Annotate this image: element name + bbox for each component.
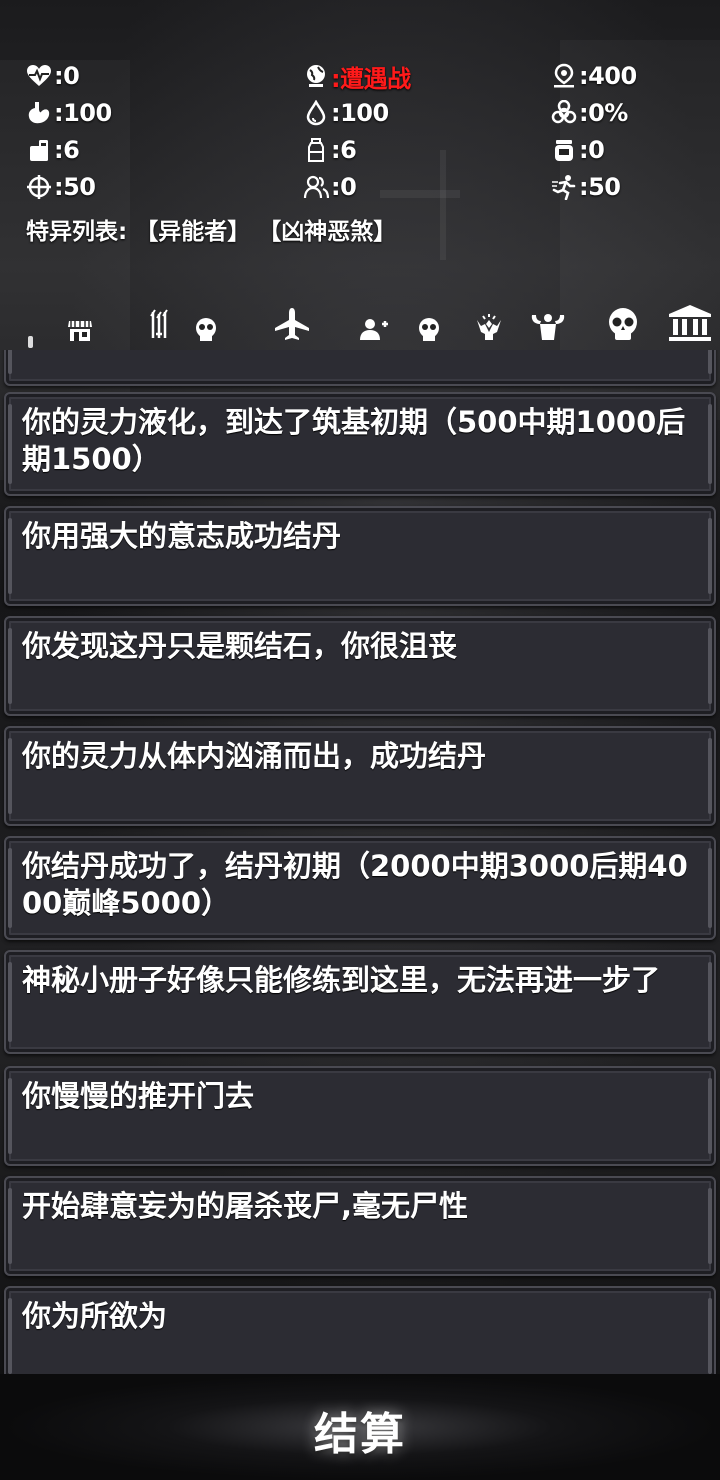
stat-distance: :400 [551,58,637,94]
log-entry: 你为所欲为 [4,1286,716,1374]
kills-button[interactable] [604,298,642,342]
shop-icon [68,321,92,341]
stat-agility-value: :50 [579,173,621,201]
log-entry [4,350,716,386]
stat-health: :0 [26,58,80,94]
log-entry-text: 你为所欲为 [22,1299,168,1333]
log-entry: 你用强大的意志成功结丹 [4,506,716,606]
jar-icon [551,137,577,163]
water-drop-icon [303,99,329,126]
stat-food-value: :6 [54,136,80,164]
log-entry: 你发现这丹只是颗结石，你很沮丧 [4,616,716,716]
stat-agility: :50 [551,169,621,205]
trait-item: 【凶神恶煞】 [258,219,397,245]
log-entry: 开始肆意妄为的屠杀丧尸,毫无尸性 [4,1176,716,1276]
bottle-icon [303,137,329,163]
stomach-icon [26,100,52,126]
toolbar [0,298,720,344]
log-entry: 你的灵力液化，到达了筑基初期（500中期1000后期1500） [4,392,716,496]
stat-water-value: :100 [331,99,389,127]
stat-mode: :遭遇战 [303,58,411,94]
log-entry: 你的灵力从体内汹涌而出，成功结丹 [4,726,716,826]
location-pin-icon [551,63,577,89]
stat-mode-value: :遭遇战 [331,64,411,93]
stat-distance-value: :400 [579,62,637,90]
stat-hunger: :100 [26,95,112,131]
add-skull-icon [360,318,439,341]
relic-button[interactable] [474,298,504,342]
log-entry: 神秘小册子好像只能修练到这里，无法再进一步了 [4,950,716,1054]
relic-icon [477,314,501,340]
stat-food: :6 [26,132,80,168]
log-entry: 你慢慢的推开门去 [4,1066,716,1166]
log-entry-text: 你的灵力从体内汹涌而出，成功结丹 [22,739,487,773]
crosshair-icon [26,174,52,200]
training-button[interactable] [528,298,568,342]
game-screen: :0 :遭遇战 :400 :100 :100:0%:6:6:0:50 … [0,0,720,1480]
stat-supplies: :0 [551,132,605,168]
weapons-button[interactable] [148,298,224,342]
stat-accuracy: :50 [26,169,96,205]
stat-health-value: :0 [54,62,80,90]
traits-list: 特异列表: 【异能者】 【凶神恶煞】 [26,212,396,246]
trait-item: 【异能者】 [135,219,251,245]
plane-icon [275,308,309,340]
log-entry-text: 你发现这丹只是颗结石，你很沮丧 [22,629,458,663]
stat-drink: :6 [303,132,357,168]
bank-button[interactable] [668,298,712,342]
muscle-icon [531,314,565,340]
shop-button[interactable] [64,298,96,342]
stat-water: :100 [303,95,389,131]
log-entry-text: 你结丹成功了，结丹初期（2000中期3000后期4000巅峰5000） [22,849,688,920]
travel-button[interactable] [272,298,312,342]
running-man-icon [551,174,577,201]
stat-companions: :0 [303,169,357,205]
settle-button[interactable]: 结算 [260,1390,460,1470]
stat-supplies-value: :0 [579,136,605,164]
traits-label: 特异列表: [26,219,128,245]
stat-companions-value: :0 [331,173,357,201]
globe-icon [303,63,329,89]
biohazard-icon [551,99,577,126]
log-entry-text: 你慢慢的推开门去 [22,1079,255,1113]
group-icon [303,174,330,200]
big-skull-icon [609,308,637,340]
stat-accuracy-value: :50 [54,173,96,201]
log-entry-text: 你的灵力液化，到达了筑基初期（500中期1000后期1500） [22,405,686,476]
stat-drink-value: :6 [331,136,357,164]
toolbar-scroll-indicator [28,336,33,348]
weapon-skull-icon [150,309,216,341]
heart-pulse-icon [26,63,52,89]
bank-icon [669,305,711,341]
canned-food-icon [26,137,52,163]
recruit-button[interactable] [358,298,446,342]
log-entry-text: 开始肆意妄为的屠杀丧尸,毫无尸性 [22,1189,469,1223]
stat-infection-value: :0% [579,99,628,127]
log-entry-text: 你用强大的意志成功结丹 [22,519,342,553]
log-entry: 你结丹成功了，结丹初期（2000中期3000后期4000巅峰5000） [4,836,716,940]
stat-hunger-value: :100 [54,99,112,127]
event-log[interactable]: 你的灵力液化，到达了筑基初期（500中期1000后期1500） 你用强大的意志成… [0,350,720,1374]
log-entry-text: 神秘小册子好像只能修练到这里，无法再进一步了 [22,963,661,997]
stat-infection: :0% [551,95,628,131]
